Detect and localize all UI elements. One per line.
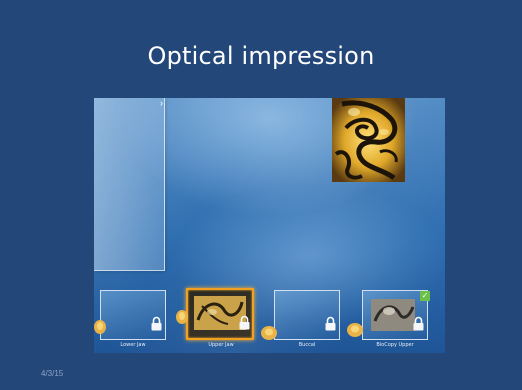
jaw-model-icon	[347, 323, 363, 337]
scanner-screen-photo: › Lower Jaw Upper Jaw Buccal ✓ BioCopy U…	[94, 98, 445, 353]
side-panel[interactable]: ›	[94, 98, 165, 271]
jaw-model-icon	[261, 326, 277, 340]
thumbnail-label: Upper Jaw	[208, 342, 234, 348]
tooth-scan-graphic	[332, 98, 405, 182]
lock-icon	[413, 316, 424, 331]
scan-preview-image	[332, 98, 405, 182]
catalog-thumbnail-row: Lower Jaw Upper Jaw Buccal ✓ BioCopy Upp…	[94, 288, 445, 353]
jaw-model-icon	[176, 310, 188, 324]
biocopy-scan-image	[371, 299, 415, 331]
lock-icon	[239, 315, 250, 330]
thumbnail-label: Buccal	[298, 342, 316, 348]
thumbnail-buccal[interactable]	[274, 290, 340, 340]
thumbnail-label: Lower Jaw	[120, 342, 146, 348]
lock-icon	[151, 316, 162, 331]
thumbnail-label: BioCopy Upper	[376, 342, 414, 348]
chevron-right-icon[interactable]: ›	[160, 98, 166, 108]
thumbnail-biocopy-upper[interactable]	[362, 290, 428, 340]
lock-icon	[325, 316, 336, 331]
upper-jaw-scan-image	[194, 296, 246, 330]
slide-date: 4/3/15	[41, 369, 64, 378]
thumbnail-upper-jaw[interactable]	[186, 288, 254, 340]
slide-title: Optical impression	[147, 42, 375, 70]
jaw-model-icon	[94, 320, 106, 334]
check-icon: ✓	[420, 291, 430, 301]
